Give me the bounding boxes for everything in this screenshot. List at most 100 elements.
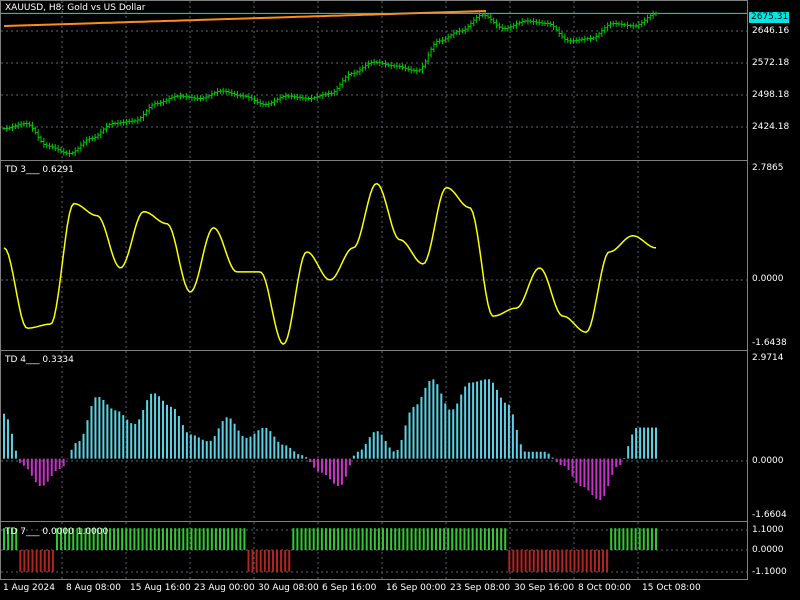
td4-bar [607, 458, 610, 487]
td4-bar [313, 458, 316, 468]
td4-bar [297, 454, 300, 459]
td4-bar [3, 413, 5, 459]
td7-bar [528, 550, 531, 572]
time-tick: 6 Sep 16:00 [322, 583, 377, 593]
td4-bar [110, 408, 113, 459]
td7-bar [133, 528, 136, 550]
td4-bar [197, 437, 200, 459]
td4-bar [221, 421, 224, 459]
td7-bar [43, 550, 46, 572]
td7-bar [655, 528, 657, 550]
td7-bar [565, 550, 568, 572]
td7-bar [308, 528, 311, 550]
time-tick: 8 Aug 08:00 [66, 583, 121, 593]
td7-bar [210, 528, 213, 550]
td7-bar [471, 528, 474, 550]
td7-bar [141, 528, 144, 550]
td7-bar [394, 528, 397, 550]
td7-bar [129, 528, 132, 550]
td3-tick: 0.0000 [752, 274, 784, 284]
td7-bar [288, 550, 291, 572]
td4-bar [575, 458, 578, 483]
td4-bar [74, 443, 77, 459]
td7-bar [170, 528, 173, 550]
td7-bar [577, 550, 580, 572]
td7-bar [626, 528, 629, 550]
td4-bar [185, 432, 188, 459]
td7-bar [569, 550, 572, 572]
td7-bar [157, 528, 160, 550]
td4-bar [277, 441, 280, 459]
time-tick: 23 Aug 00:00 [194, 583, 255, 593]
td7-bar [276, 550, 279, 572]
td7-bar [430, 528, 433, 550]
td7-bar [581, 550, 584, 572]
td7-bar [349, 528, 352, 550]
td7-bar [508, 550, 511, 572]
td7-bar [296, 528, 299, 550]
td4-bar [142, 410, 145, 459]
td4-bar [360, 449, 363, 459]
td7-bar [634, 528, 637, 550]
td7-bar [47, 550, 50, 572]
td7-bar [206, 528, 209, 550]
td4-bar [420, 396, 423, 459]
td4-bar [30, 458, 33, 476]
td7-bar [251, 550, 254, 572]
td7-bar [434, 528, 437, 550]
td4-bar [241, 436, 244, 459]
td7-bar [451, 528, 454, 550]
td4-bar [484, 379, 487, 459]
td4-bar [368, 437, 371, 459]
td4-bar [639, 427, 642, 459]
td4-bar [94, 397, 97, 459]
td7-bar [239, 528, 242, 550]
td4-label: TD 4___ 0.3334 [5, 355, 74, 365]
td7-bar [300, 528, 303, 550]
td7-bar [483, 528, 486, 550]
td7-bar [630, 528, 633, 550]
td4-bar [154, 393, 157, 459]
td7-bar [467, 528, 470, 550]
td4-bar [392, 451, 395, 459]
td7-bar [504, 528, 507, 550]
td4-bar [571, 458, 574, 477]
td7-bar [650, 528, 653, 550]
td4-bar [86, 420, 89, 459]
td7-bar [27, 550, 30, 572]
td4-bar [623, 458, 626, 459]
td7-bar [422, 528, 425, 550]
td7-tick: -1.1000 [752, 567, 787, 577]
td7-bar [284, 550, 287, 572]
time-tick: 16 Sep 00:00 [386, 583, 447, 593]
td4-bar [408, 412, 411, 459]
td4-bar [535, 451, 538, 459]
td4-bar [563, 458, 566, 466]
chart-canvas[interactable] [0, 0, 800, 600]
td7-bar [618, 528, 621, 550]
td4-bar [14, 450, 17, 459]
td7-bar [247, 550, 250, 572]
td7-bar [479, 528, 482, 550]
td7-bar [369, 528, 372, 550]
td7-bar [337, 528, 340, 550]
td7-bar [553, 550, 556, 572]
td4-bar [34, 458, 37, 483]
td7-bar [174, 528, 177, 550]
td4-bar [62, 458, 65, 467]
td4-bar [468, 382, 471, 459]
td4-bar [257, 430, 260, 459]
td7-bar [646, 528, 649, 550]
td4-bar [591, 458, 594, 496]
td7-bar [198, 528, 201, 550]
td4-bar [245, 437, 248, 459]
td4-bar [507, 404, 510, 459]
td4-bar [122, 415, 125, 459]
time-tick: 8 Oct 00:00 [578, 583, 631, 593]
td4-bar [651, 427, 654, 459]
time-tick: 30 Sep 16:00 [514, 583, 575, 593]
td4-bar [177, 415, 180, 459]
td4-bar [456, 403, 459, 459]
td4-bar [559, 458, 562, 466]
td7-bar [549, 550, 552, 572]
